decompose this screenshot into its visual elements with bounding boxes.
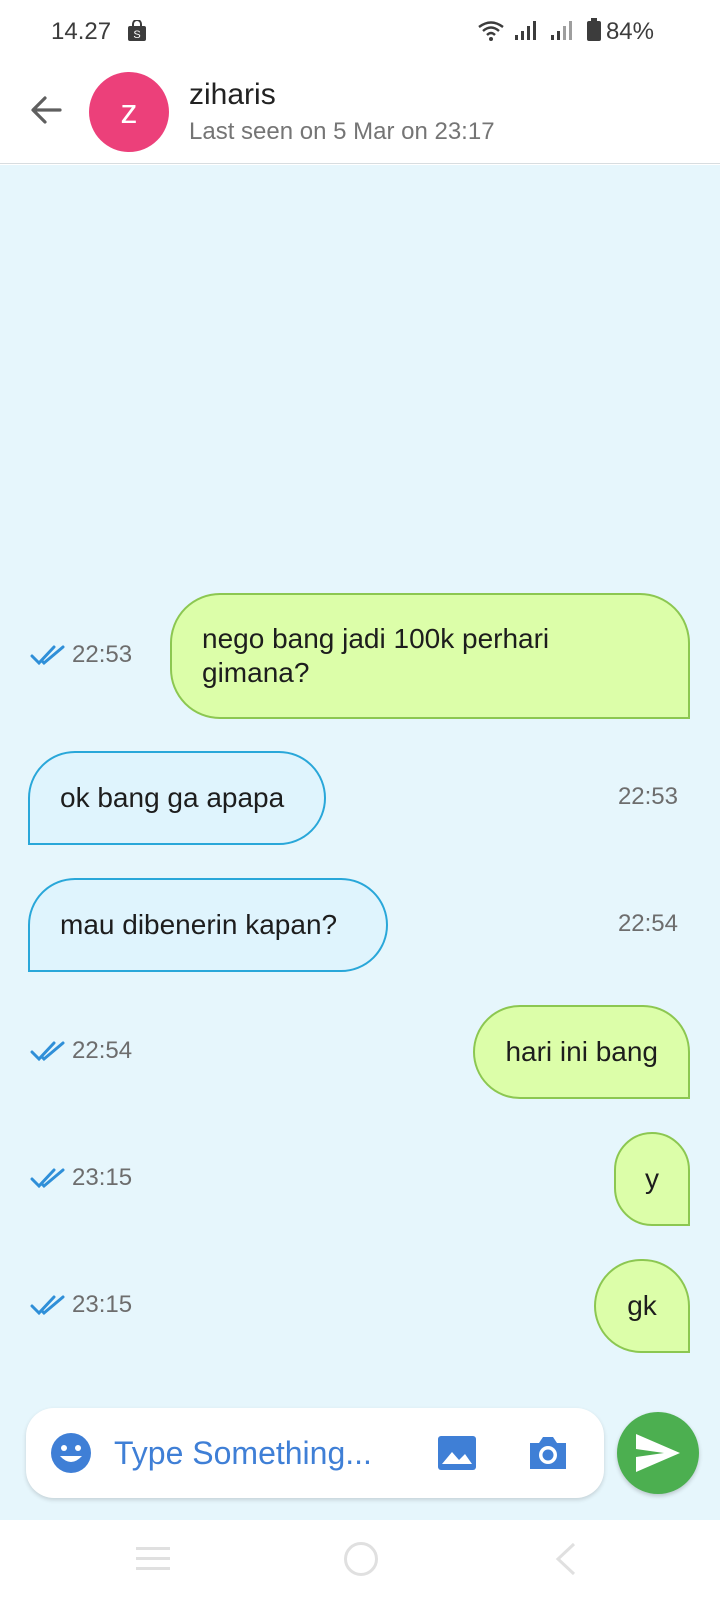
system-nav-bar xyxy=(0,1520,720,1600)
double-check-icon xyxy=(30,645,65,666)
nav-back-icon[interactable] xyxy=(552,1542,582,1576)
message-text: hari ini bang xyxy=(505,1036,658,1067)
message-text: ok bang ga apapa xyxy=(60,782,285,813)
incoming-message-bubble[interactable]: mau dibenerin kapan? xyxy=(28,878,388,972)
signal-icon-2 xyxy=(551,21,572,40)
chat-header: z ziharis Last seen on 5 Mar on 23:17 xyxy=(0,62,720,164)
status-bar: 14.27 S 84% xyxy=(0,0,720,62)
status-time: 14.27 xyxy=(51,18,112,45)
message-time: 22:54 xyxy=(72,1037,133,1064)
message-meta: 23:15 xyxy=(30,1291,132,1319)
message-meta: 22:54 xyxy=(30,1037,132,1065)
message-text: gk xyxy=(627,1290,657,1321)
message-text: mau dibenerin kapan? xyxy=(60,909,338,940)
send-icon xyxy=(636,1434,680,1472)
arrow-back-icon xyxy=(31,96,62,124)
wifi-icon xyxy=(478,21,504,41)
double-check-icon xyxy=(30,1041,65,1062)
last-seen-status: Last seen on 5 Mar on 23:17 xyxy=(189,118,495,145)
home-icon[interactable] xyxy=(344,1542,378,1576)
message-meta: 23:15 xyxy=(30,1164,132,1192)
battery-percent: 84% xyxy=(605,18,654,45)
emoji-icon[interactable] xyxy=(50,1432,92,1474)
outgoing-message-bubble[interactable]: gk xyxy=(594,1259,690,1353)
camera-icon[interactable] xyxy=(526,1431,570,1475)
message-time: 23:15 xyxy=(72,1291,133,1318)
avatar[interactable]: z xyxy=(89,72,169,152)
message-row: 22:53 nego bang jadi 100k perhari gimana… xyxy=(0,593,720,719)
message-text: y xyxy=(645,1163,659,1194)
message-row: 23:15 gk xyxy=(0,1259,720,1353)
outgoing-message-bubble[interactable]: y xyxy=(614,1132,690,1226)
message-composer xyxy=(26,1408,604,1498)
recent-apps-icon[interactable] xyxy=(136,1544,170,1574)
message-time: 22:53 xyxy=(617,783,678,810)
battery-icon xyxy=(587,18,601,41)
double-check-icon xyxy=(30,1168,65,1189)
message-time: 22:53 xyxy=(72,641,133,668)
double-check-icon xyxy=(30,1295,65,1316)
signal-icon xyxy=(515,21,536,40)
image-icon[interactable] xyxy=(436,1432,478,1474)
message-time: 22:54 xyxy=(617,910,678,937)
outgoing-message-bubble[interactable]: nego bang jadi 100k perhari gimana? xyxy=(170,593,690,719)
chat-messages-area[interactable]: 22:53 nego bang jadi 100k perhari gimana… xyxy=(0,165,720,1520)
message-time: 23:15 xyxy=(72,1164,133,1191)
shopping-bag-icon: S xyxy=(128,20,146,41)
message-text: nego bang jadi 100k perhari gimana? xyxy=(202,623,550,688)
incoming-message-bubble[interactable]: ok bang ga apapa xyxy=(28,751,326,845)
message-row: ok bang ga apapa 22:53 xyxy=(0,751,720,845)
message-row: 23:15 y xyxy=(0,1132,720,1226)
message-row: 22:54 hari ini bang xyxy=(0,1005,720,1099)
message-input[interactable] xyxy=(114,1426,414,1480)
back-button[interactable] xyxy=(24,88,68,132)
message-meta: 22:53 xyxy=(30,641,132,669)
contact-name[interactable]: ziharis xyxy=(189,78,276,112)
send-button[interactable] xyxy=(617,1412,699,1494)
outgoing-message-bubble[interactable]: hari ini bang xyxy=(473,1005,690,1099)
message-row: mau dibenerin kapan? 22:54 xyxy=(0,878,720,972)
svg-text:S: S xyxy=(133,29,140,41)
